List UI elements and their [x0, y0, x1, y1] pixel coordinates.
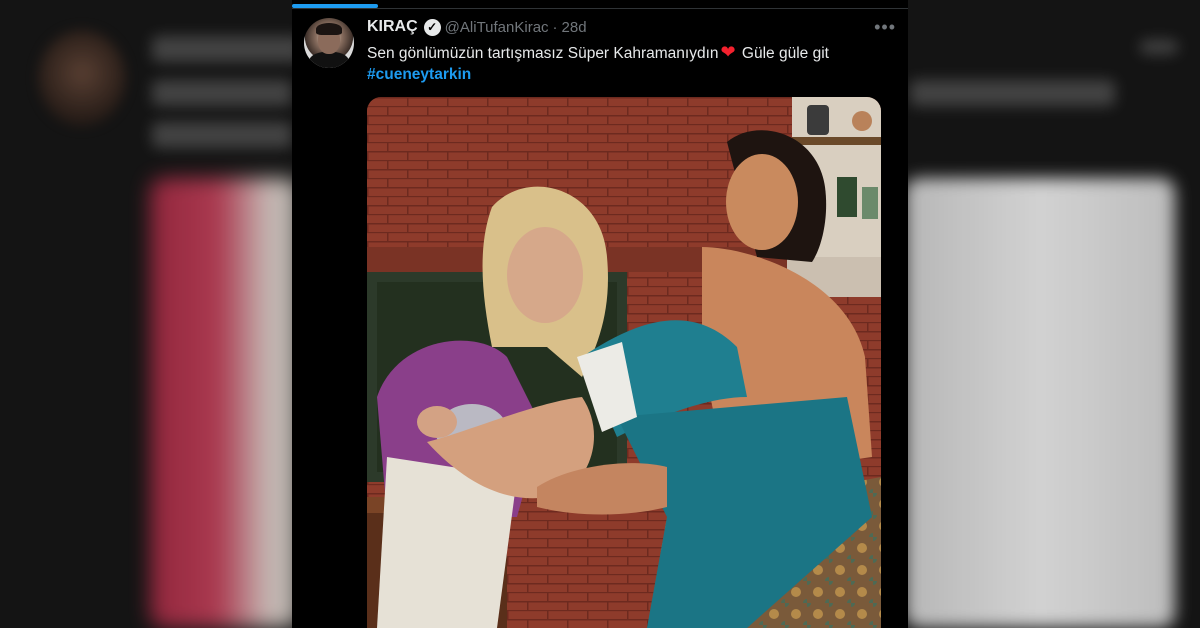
author-handle[interactable]: @AliTufanKirac	[445, 19, 549, 36]
author-name[interactable]: KIRAÇ	[367, 18, 418, 36]
hashtag-link[interactable]: #cueneytarkin	[367, 66, 471, 83]
blurred-more-icon	[1140, 40, 1178, 54]
blurred-text-line	[152, 36, 302, 62]
tweet-card[interactable]: KIRAÇ ✓ @AliTufanKirac · 28d ••• Sen gön…	[292, 0, 908, 628]
blurred-photo-left	[150, 178, 300, 628]
avatar-hair	[316, 23, 342, 35]
tweet-photo[interactable]	[367, 97, 881, 628]
separator: ·	[552, 18, 558, 36]
photo-illustration	[367, 97, 881, 628]
tweet-text-part: Sen gönlümüzün tartışmasız Süper Kahrama…	[367, 45, 719, 62]
tweet-text-part: Güle güle git	[737, 45, 829, 62]
more-horizontal-icon[interactable]: •••	[874, 17, 896, 38]
blurred-avatar	[38, 30, 126, 126]
blurred-text-line	[910, 80, 1115, 106]
blurred-text-line	[152, 80, 292, 106]
timestamp[interactable]: 28d	[562, 19, 587, 36]
blurred-photo-right	[905, 178, 1175, 628]
blurred-text-line	[152, 122, 292, 148]
tweet-header: KIRAÇ ✓ @AliTufanKirac · 28d	[367, 16, 587, 38]
tweet-text: Sen gönlümüzün tartışmasız Süper Kahrama…	[367, 42, 887, 85]
heart-emoji-icon: ❤	[720, 42, 736, 62]
divider	[292, 8, 908, 9]
avatar-shoulders	[309, 52, 349, 68]
verified-badge-icon: ✓	[423, 18, 441, 36]
avatar[interactable]	[304, 18, 354, 68]
